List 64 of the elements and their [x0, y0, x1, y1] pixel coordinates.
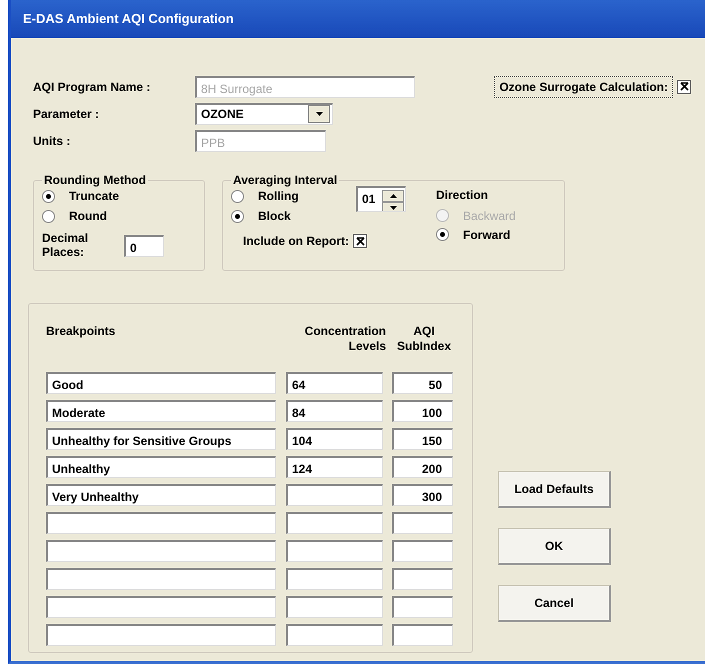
- table-field[interactable]: [286, 596, 383, 618]
- table-field[interactable]: [46, 568, 276, 590]
- radio-label: Rolling: [258, 188, 299, 205]
- spin-up-icon[interactable]: [382, 190, 404, 202]
- table-field[interactable]: 200: [392, 456, 453, 478]
- table-field[interactable]: 84: [286, 400, 383, 422]
- table-field[interactable]: Very Unhealthy: [46, 484, 276, 506]
- group-title: Averaging Interval: [232, 174, 338, 186]
- table-field[interactable]: Unhealthy: [46, 456, 276, 478]
- table-field[interactable]: [286, 624, 383, 646]
- table-field[interactable]: Moderate: [46, 400, 276, 422]
- table-field[interactable]: [46, 540, 276, 562]
- dialog-button[interactable]: OK: [498, 528, 611, 565]
- checkbox[interactable]: [353, 234, 367, 248]
- radio-button[interactable]: [231, 190, 244, 202]
- radio-label: Round: [69, 208, 107, 225]
- dialog-button[interactable]: Cancel: [498, 585, 611, 622]
- column-header: Breakpoints: [46, 324, 116, 340]
- column-header: AQI SubIndex: [396, 324, 452, 355]
- table-field[interactable]: 104: [286, 428, 383, 450]
- table-field[interactable]: 150: [392, 428, 453, 450]
- radio-label: Forward: [463, 226, 510, 244]
- table-field[interactable]: Unhealthy for Sensitive Groups: [46, 428, 276, 450]
- checkbox[interactable]: [677, 80, 691, 94]
- table-field[interactable]: [46, 512, 276, 534]
- table-field[interactable]: [392, 512, 453, 534]
- window-title: E-DAS Ambient AQI Configuration: [23, 10, 234, 28]
- radio-button[interactable]: [42, 210, 55, 222]
- dialog-button[interactable]: Load Defaults: [498, 471, 611, 508]
- table-field[interactable]: [392, 624, 453, 646]
- text-field[interactable]: 0: [124, 234, 164, 257]
- spinner-field[interactable]: 01: [356, 186, 406, 212]
- table-field[interactable]: [392, 540, 453, 562]
- group-title: Rounding Method: [43, 174, 147, 186]
- dropdown[interactable]: OZONE: [195, 102, 333, 124]
- group-subtitle: Direction: [436, 187, 490, 204]
- radio-label: Block: [258, 208, 291, 225]
- table-field[interactable]: 50: [392, 372, 453, 394]
- table-field[interactable]: [392, 568, 453, 590]
- field-label: AQI Program Name :: [33, 78, 152, 96]
- field-label: Decimal Places:: [42, 232, 90, 260]
- radio-label: Truncate: [69, 188, 120, 205]
- table-field[interactable]: [286, 512, 383, 534]
- checkbox-label: Include on Report:: [243, 233, 349, 250]
- table-field[interactable]: 300: [392, 484, 453, 506]
- radio-label: Backward: [463, 208, 516, 224]
- table-field[interactable]: [392, 596, 453, 618]
- table-field[interactable]: 124: [286, 456, 383, 478]
- checkbox-label: Ozone Surrogate Calculation:: [494, 76, 673, 98]
- field-label: Parameter :: [33, 106, 100, 122]
- table-field[interactable]: [286, 484, 383, 506]
- radio-button[interactable]: [231, 210, 244, 222]
- table-field[interactable]: 100: [392, 400, 453, 422]
- table-field[interactable]: [46, 624, 276, 646]
- column-header: Concentration Levels: [304, 324, 386, 355]
- table-field[interactable]: [286, 568, 383, 590]
- radio-button[interactable]: [42, 190, 55, 202]
- spin-down-icon[interactable]: [382, 202, 404, 211]
- table-field[interactable]: 64: [286, 372, 383, 394]
- radio-button[interactable]: [436, 228, 449, 241]
- table-field[interactable]: [46, 596, 276, 618]
- table-field[interactable]: Good: [46, 372, 276, 394]
- field-label: Units :: [33, 132, 72, 150]
- table-field[interactable]: [286, 540, 383, 562]
